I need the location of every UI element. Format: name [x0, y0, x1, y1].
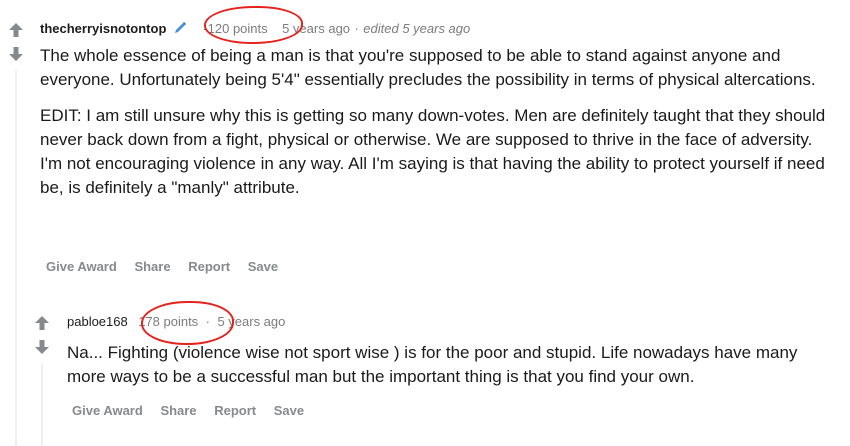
annotation-circle [204, 6, 303, 44]
annotation-circle [141, 301, 234, 345]
comment-author[interactable]: thecherryisnotontop [40, 21, 166, 36]
save-button[interactable]: Save [274, 403, 304, 418]
meta-separator: · [354, 21, 359, 36]
thread-line[interactable] [15, 70, 17, 446]
comment-body: Na... Fighting (violence wise not sport … [67, 341, 827, 389]
comment-actions: Give Award Share Report Save [46, 259, 292, 274]
thread-line[interactable] [41, 363, 43, 446]
give-award-button[interactable]: Give Award [46, 259, 117, 274]
save-button[interactable]: Save [248, 259, 278, 274]
downvote-arrow-icon[interactable] [8, 46, 24, 62]
downvote-arrow-icon[interactable] [34, 339, 50, 355]
comment-paragraph-edit: EDIT: I am still unsure why this is gett… [40, 106, 826, 197]
comment-edited: edited 5 years ago [363, 21, 471, 36]
share-button[interactable]: Share [134, 259, 170, 274]
upvote-arrow-icon[interactable] [34, 315, 50, 331]
give-award-button[interactable]: Give Award [72, 403, 143, 418]
comment-paragraph: The whole essence of being a man is that… [40, 46, 816, 89]
report-button[interactable]: Report [188, 259, 230, 274]
comment-actions: Give Award Share Report Save [72, 403, 318, 418]
pencil-icon [174, 22, 186, 33]
upvote-arrow-icon[interactable] [8, 22, 24, 38]
comment-body: The whole essence of being a man is that… [40, 44, 830, 200]
share-button[interactable]: Share [160, 403, 196, 418]
report-button[interactable]: Report [214, 403, 256, 418]
comment-paragraph: Na... Fighting (violence wise not sport … [67, 343, 798, 386]
comment-author[interactable]: pabloe168 [67, 314, 128, 329]
